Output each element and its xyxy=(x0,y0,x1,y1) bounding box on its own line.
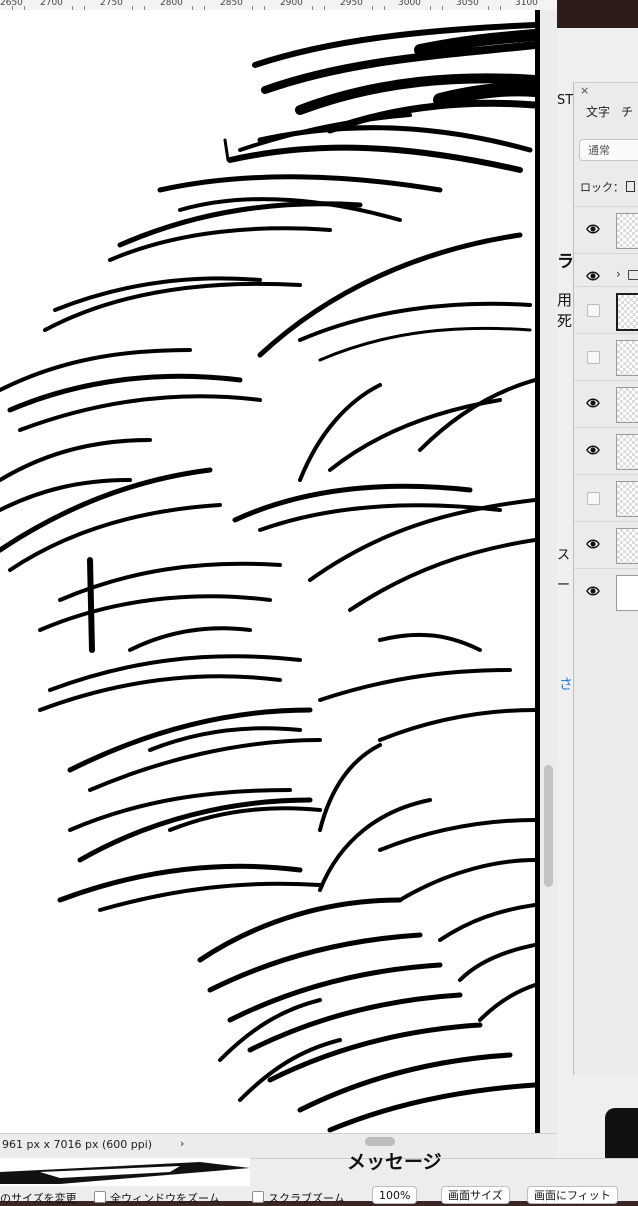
ruler-label: 3000 xyxy=(398,0,421,8)
document-window: 2650 2700 2750 2800 2850 2900 2950 3000 … xyxy=(0,0,558,1158)
layer-thumbnail xyxy=(616,387,638,423)
eye-icon[interactable] xyxy=(586,222,600,236)
horizontal-scrollbar[interactable] xyxy=(365,1137,395,1146)
lock-row: ロック： xyxy=(580,179,635,195)
fit-screen-button[interactable]: 画面にフィット xyxy=(527,1186,618,1204)
checkbox-label: 全ウィンドウをズーム xyxy=(110,1192,220,1205)
document-dimensions: 961 px x 7016 px (600 ppi) xyxy=(2,1138,153,1151)
visibility-checkbox[interactable] xyxy=(587,351,600,364)
ruler-label: 2900 xyxy=(280,0,303,8)
scrubby-zoom-checkbox[interactable]: スクラブズーム xyxy=(252,1190,345,1206)
logo-fragment xyxy=(0,1158,250,1186)
layer-panel: × 文字 チ 通常 ロック： › xyxy=(573,82,638,1075)
eye-icon[interactable] xyxy=(586,443,600,457)
layer-thumbnail xyxy=(616,481,638,517)
close-icon[interactable]: × xyxy=(580,84,589,97)
checkbox[interactable] xyxy=(252,1191,264,1203)
chevron-right-icon[interactable]: › xyxy=(616,267,621,281)
vertical-scrollbar[interactable] xyxy=(544,765,553,887)
background-layer-row[interactable] xyxy=(574,568,638,616)
eye-icon[interactable] xyxy=(586,396,600,410)
layer-thumbnail xyxy=(616,528,638,564)
resize-window-label: のサイズを変更 xyxy=(0,1192,77,1205)
layer-thumbnail xyxy=(616,575,638,611)
ruler-label: 2850 xyxy=(220,0,243,8)
layer-thumbnail xyxy=(616,213,638,249)
layer-row[interactable] xyxy=(574,521,638,569)
ruler-label: 2950 xyxy=(340,0,363,8)
eye-icon[interactable] xyxy=(586,537,600,551)
dark-corner-shape xyxy=(605,1108,638,1158)
lock-transparency-icon[interactable] xyxy=(626,181,635,192)
layer-row[interactable] xyxy=(574,380,638,428)
tab-channel[interactable]: チ xyxy=(621,103,633,120)
layer-row[interactable] xyxy=(574,474,638,522)
layer-row[interactable] xyxy=(574,286,638,334)
folder-icon xyxy=(628,270,638,280)
drawing-canvas[interactable] xyxy=(0,10,535,1133)
dialog-text-fragment: ス xyxy=(557,548,571,563)
eye-icon[interactable] xyxy=(586,584,600,598)
eye-icon[interactable] xyxy=(586,269,600,283)
screen-size-button[interactable]: 画面サイズ xyxy=(441,1186,510,1204)
status-bar: 961 px x 7016 px (600 ppi) › xyxy=(0,1133,557,1156)
dialog-text-fragment: ー xyxy=(557,578,571,593)
tab-text[interactable]: 文字 xyxy=(586,103,610,120)
checkbox[interactable] xyxy=(94,1191,106,1203)
dialog-text-line: 用 xyxy=(557,291,573,309)
layer-thumbnail xyxy=(616,293,638,331)
layer-row[interactable] xyxy=(574,206,638,254)
status-menu-arrow-icon[interactable]: › xyxy=(180,1137,184,1150)
zoom-controls: のサイズを変更 全ウィンドウをズーム スクラブズーム 100% 画面サイズ 画面… xyxy=(0,1186,638,1206)
ink-strokes xyxy=(0,22,535,1133)
ruler-label: 2750 xyxy=(100,0,123,8)
lock-label: ロック： xyxy=(580,181,624,194)
layer-row[interactable] xyxy=(574,427,638,475)
checkbox-label: スクラブズーム xyxy=(268,1192,345,1205)
all-windows-zoom-checkbox[interactable]: 全ウィンドウをズーム xyxy=(94,1190,220,1206)
ruler-label: 2700 xyxy=(40,0,63,8)
ruler-label: 3100 xyxy=(515,0,538,8)
dialog-heading: ラ xyxy=(557,252,574,272)
desktop-background xyxy=(557,0,638,28)
dialog-label-st: ST xyxy=(557,93,574,108)
dialog-link[interactable]: さ xyxy=(559,674,573,694)
layer-row[interactable] xyxy=(574,333,638,381)
visibility-checkbox[interactable] xyxy=(587,304,600,317)
layer-thumbnail xyxy=(616,434,638,470)
blend-mode-select[interactable]: 通常 xyxy=(579,139,638,161)
message-heading: メッセージ xyxy=(347,1151,442,1173)
visibility-checkbox[interactable] xyxy=(587,492,600,505)
zoom-100-button[interactable]: 100% xyxy=(372,1186,418,1204)
canvas-gutter xyxy=(540,10,557,1133)
ruler-label: 3050 xyxy=(456,0,479,8)
logo-shape xyxy=(0,1162,250,1184)
layer-thumbnail xyxy=(616,340,638,376)
dialog-text-line: 死 xyxy=(557,312,573,330)
ruler-label: 2800 xyxy=(160,0,183,8)
